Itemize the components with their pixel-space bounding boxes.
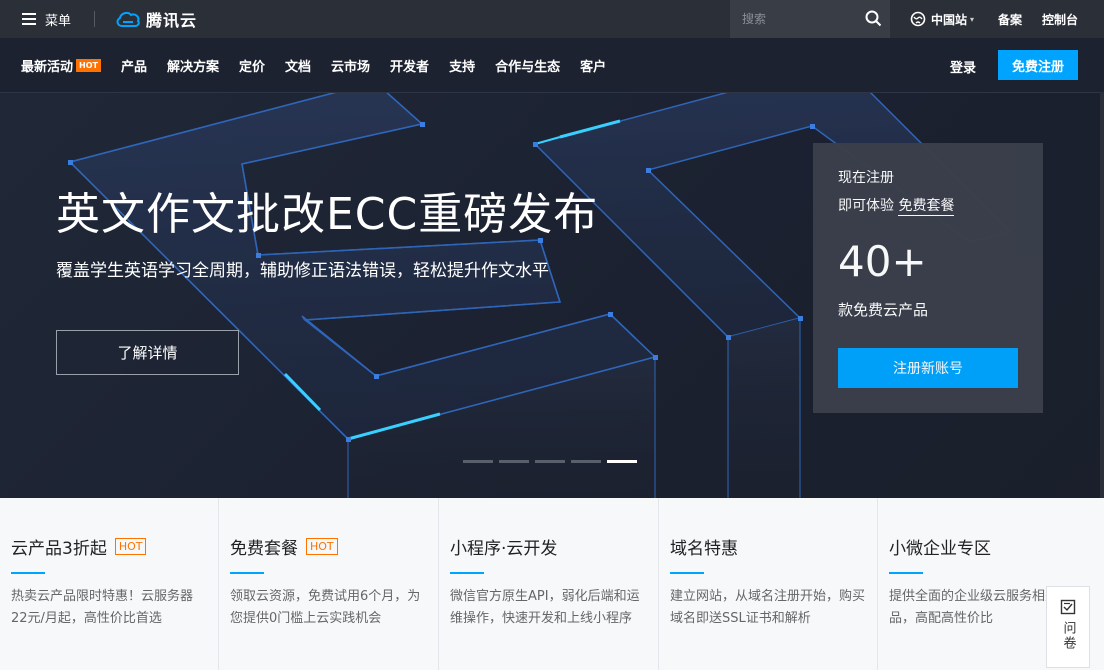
card-description: 热卖云产品限时特惠！云服务器22元/月起，高性价比首选 [11, 589, 194, 626]
card-description: 微信官方原生API，弱化后端和运维操作，快速开发和上线小程序 [450, 589, 640, 626]
search-input[interactable] [742, 12, 857, 26]
record-filing-link[interactable]: 备案 [998, 0, 1022, 38]
card-cloud-discount[interactable]: 云产品3折起 HOT 热卖云产品限时特惠！云服务器22元/月起，高性价比首选 [0, 498, 219, 670]
nav-item-latest-activities[interactable]: 最新活动 HOT [21, 56, 101, 75]
menu-label: 菜单 [45, 13, 72, 29]
card-title-text: 小微企业专区 [889, 539, 991, 559]
hamburger-icon [22, 13, 36, 25]
divider [94, 11, 95, 27]
promo-number: 40+ [838, 237, 927, 286]
card-title: 域名特惠 [670, 534, 866, 559]
hot-badge: HOT [76, 58, 101, 72]
card-title-text: 云产品3折起 [11, 539, 107, 559]
card-title-text: 小程序·云开发 [450, 539, 558, 559]
divider [0, 92, 1104, 93]
region-label: 中国站 [931, 12, 968, 27]
card-title: 免费套餐 HOT [230, 534, 427, 559]
hero-banner: 英文作文批改ECC重磅发布 覆盖学生英语学习全周期，辅助修正语法错误，轻松提升作… [0, 92, 1104, 498]
register-promo-panel: 现在注册 即可体验 免费套餐 40+ 款免费云产品 注册新账号 [813, 143, 1043, 413]
card-title: 小程序·云开发 [450, 534, 647, 559]
card-domain-deals[interactable]: 域名特惠 建立网站，从域名注册开始，购买域名即送SSL证书和解析 [659, 498, 878, 670]
promo-line-1: 现在注册 [838, 170, 894, 186]
top-bar: 菜单 腾讯云 中国站 ▾ 备案 控制台 [0, 0, 1104, 38]
register-account-button[interactable]: 注册新账号 [838, 348, 1018, 388]
main-nav: 最新活动 HOT 产品 解决方案 定价 文档 云市场 开发者 支持 合作与生态 客… [0, 38, 1104, 92]
hot-badge: HOT [306, 538, 338, 555]
login-link[interactable]: 登录 [950, 57, 976, 76]
promo-line-2-prefix: 即可体验 [838, 198, 899, 214]
carousel-dot[interactable] [535, 460, 565, 463]
nav-item-products[interactable]: 产品 [121, 56, 147, 75]
card-accent-line [670, 572, 704, 574]
promo-line-2: 即可体验 免费套餐 [838, 195, 1018, 216]
card-title-text: 免费套餐 [230, 539, 298, 559]
card-accent-line [230, 572, 264, 574]
region-selector[interactable]: 中国站 ▾ [910, 0, 974, 38]
card-title: 小微企业专区 [889, 534, 1093, 559]
card-mini-program[interactable]: 小程序·云开发 微信官方原生API，弱化后端和运维操作，快速开发和上线小程序 [439, 498, 659, 670]
tencent-cloud-logo[interactable]: 腾讯云 [115, 7, 197, 31]
card-description: 领取云资源，免费试用6个月，为您提供0门槛上云实践机会 [230, 589, 421, 626]
logo-text: 腾讯云 [146, 11, 198, 30]
scrollbar[interactable] [1100, 92, 1104, 498]
hot-badge: HOT [114, 538, 147, 555]
card-accent-line [11, 572, 45, 574]
search-icon[interactable] [865, 10, 882, 27]
survey-label: 问卷 [1060, 621, 1076, 651]
nav-item-pricing[interactable]: 定价 [239, 56, 265, 75]
nav-item-label: 最新活动 [21, 59, 74, 75]
cloud-logo-icon [116, 11, 140, 27]
free-plan-link[interactable]: 免费套餐 [898, 198, 955, 216]
nav-item-partners[interactable]: 合作与生态 [495, 56, 560, 75]
learn-more-button[interactable]: 了解详情 [56, 330, 239, 375]
nav-item-marketplace[interactable]: 云市场 [331, 56, 370, 75]
nav-item-developers[interactable]: 开发者 [390, 56, 429, 75]
nav-item-support[interactable]: 支持 [449, 56, 475, 75]
free-signup-button[interactable]: 免费注册 [998, 50, 1078, 80]
nav-item-docs[interactable]: 文档 [285, 56, 311, 75]
carousel-dot[interactable] [499, 460, 529, 463]
carousel-dot[interactable] [463, 460, 493, 463]
hero-subtitle: 覆盖学生英语学习全周期，辅助修正语法错误，轻松提升作文水平 [56, 261, 549, 281]
menu-button[interactable]: 菜单 [0, 0, 94, 38]
carousel-dot[interactable] [571, 460, 601, 463]
card-accent-line [450, 572, 484, 574]
survey-button[interactable]: 问卷 [1046, 586, 1090, 668]
chevron-down-icon: ▾ [970, 14, 975, 24]
card-title: 云产品3折起 HOT [11, 534, 207, 559]
card-free-plan[interactable]: 免费套餐 HOT 领取云资源，免费试用6个月，为您提供0门槛上云实践机会 [219, 498, 439, 670]
nav-item-solutions[interactable]: 解决方案 [167, 56, 219, 75]
card-title-text: 域名特惠 [670, 539, 738, 559]
feature-cards: 云产品3折起 HOT 热卖云产品限时特惠！云服务器22元/月起，高性价比首选 免费… [0, 498, 1104, 670]
hero-title: 英文作文批改ECC重磅发布 [56, 189, 599, 240]
search-box [730, 0, 890, 38]
card-description: 建立网站，从域名注册开始，购买域名即送SSL证书和解析 [670, 589, 866, 626]
survey-icon [1060, 599, 1076, 615]
carousel-dot-active[interactable] [607, 460, 637, 463]
promo-line-3: 款免费云产品 [838, 301, 929, 319]
carousel-indicators [463, 460, 643, 463]
console-link[interactable]: 控制台 [1042, 0, 1078, 38]
nav-item-customers[interactable]: 客户 [580, 56, 606, 75]
globe-icon [910, 11, 926, 27]
card-accent-line [889, 572, 923, 574]
